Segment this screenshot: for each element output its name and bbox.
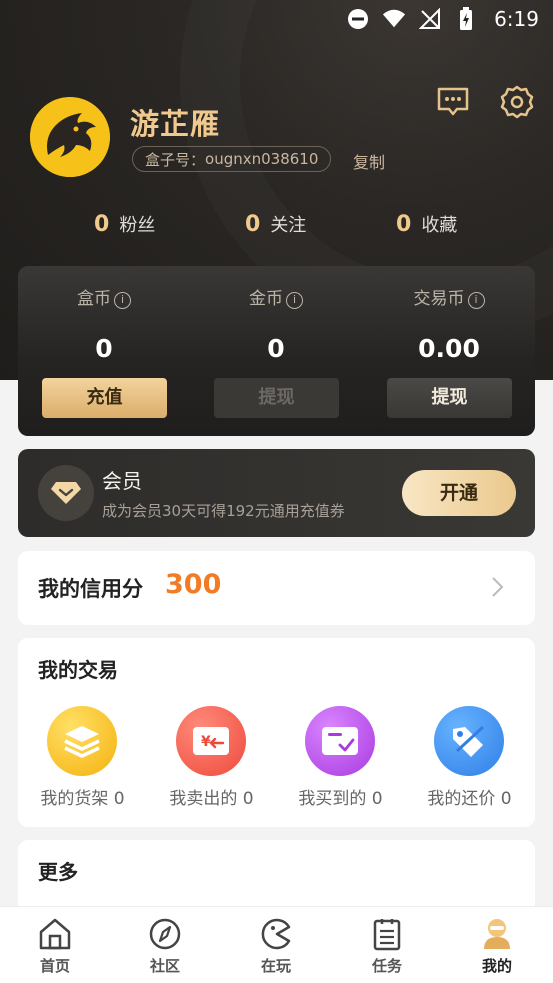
nav-playing[interactable]: 在玩	[221, 907, 331, 983]
wallet-value: 0	[95, 334, 113, 363]
trade-label: 我卖出的 0	[169, 789, 254, 809]
nav-profile[interactable]: 我的	[442, 907, 552, 983]
stat-fans[interactable]: 0 粉丝	[94, 211, 155, 237]
nav-label: 在玩	[260, 957, 291, 975]
trade-label: 我的还价 0	[427, 789, 512, 809]
battery-charging-icon	[454, 7, 478, 31]
nav-home[interactable]: 首页	[0, 907, 110, 983]
chevron-right-icon	[485, 575, 509, 599]
no-signal-icon	[418, 7, 442, 31]
stat-number: 0	[94, 212, 110, 237]
profile-stats: 0 粉丝 0 关注 0 收藏	[0, 211, 553, 243]
withdraw-gold-button[interactable]: 提现	[214, 378, 339, 418]
wallet-title: 盒币 i	[18, 284, 190, 309]
box-id-badge: 盒子号： ougnxn038610	[132, 146, 332, 172]
stat-label: 粉丝	[119, 215, 156, 236]
trade-shelf[interactable]: 我的货架 0	[18, 706, 147, 816]
svg-text:¥: ¥	[201, 734, 211, 750]
credit-value: 300	[165, 569, 222, 600]
box-id-value: ougnxn038610	[205, 150, 319, 168]
dragon-icon	[30, 97, 110, 177]
dnd-icon	[346, 7, 370, 31]
status-bar: 6:19	[0, 0, 553, 38]
stat-following[interactable]: 0 关注	[245, 211, 306, 237]
copy-button[interactable]: 复制	[353, 149, 385, 173]
bought-icon	[305, 706, 375, 776]
credit-score-row[interactable]: 我的信用分 300	[18, 551, 535, 625]
status-time: 6:19	[494, 7, 539, 31]
play-icon	[259, 917, 293, 951]
box-id-label: 盒子号：	[145, 150, 206, 169]
nav-tasks[interactable]: 任务	[332, 907, 442, 983]
wallet-box-coin: 盒币 i 0 充值	[18, 266, 190, 436]
wallet-value: 0	[267, 334, 285, 363]
bargain-icon	[434, 706, 504, 776]
trade-bought[interactable]: 我买到的 0	[276, 706, 405, 816]
wifi-icon	[382, 7, 406, 31]
sold-icon: ¥	[176, 706, 246, 776]
withdraw-trade-button[interactable]: 提现	[387, 378, 512, 418]
member-subtitle: 成为会员30天可得192元通用充值券	[102, 502, 345, 520]
compass-icon	[148, 917, 182, 951]
nav-label: 首页	[39, 957, 70, 975]
member-card[interactable]: 会员 成为会员30天可得192元通用充值券 开通	[18, 449, 535, 537]
trade-label: 我的货架 0	[40, 789, 125, 809]
stat-number: 0	[245, 212, 261, 237]
stat-label: 关注	[270, 215, 307, 236]
member-title: 会员	[102, 469, 142, 493]
info-icon[interactable]: i	[286, 292, 303, 309]
info-icon[interactable]: i	[467, 292, 485, 309]
nav-community[interactable]: 社区	[110, 907, 220, 983]
diamond-icon	[38, 465, 94, 521]
trade-sold[interactable]: ¥ 我卖出的 0	[147, 706, 276, 816]
wallet-card: 盒币 i 0 充值 金币 i 0 提现 交易币 i 0.00 提现	[18, 266, 535, 436]
task-icon	[370, 917, 404, 951]
wallet-title: 交易币 i	[363, 284, 535, 309]
nav-label: 社区	[149, 957, 180, 975]
wallet-trade-coin: 交易币 i 0.00 提现	[363, 266, 535, 436]
trade-title: 我的交易	[38, 658, 118, 682]
stat-number: 0	[396, 212, 412, 237]
stat-label: 收藏	[421, 215, 458, 236]
profile-icon	[480, 917, 514, 951]
wallet-value: 0.00	[418, 334, 480, 363]
message-icon[interactable]	[435, 84, 471, 120]
wallet-gold-coin: 金币 i 0 提现	[190, 266, 362, 436]
more-title: 更多	[38, 860, 78, 884]
home-icon	[38, 917, 72, 951]
nav-label: 任务	[371, 957, 402, 975]
bottom-nav: 首页 社区 在玩 任务 我的	[0, 906, 553, 983]
wallet-title: 金币 i	[190, 284, 362, 309]
credit-label: 我的信用分	[38, 577, 143, 601]
trade-label: 我买到的 0	[298, 789, 383, 809]
stat-favorites[interactable]: 0 收藏	[396, 211, 457, 237]
open-membership-button[interactable]: 开通	[402, 470, 516, 516]
avatar[interactable]	[30, 97, 110, 177]
username: 游芷雁	[130, 107, 221, 141]
settings-icon[interactable]	[499, 84, 535, 120]
my-trade-card: 我的交易 我的货架 0 ¥ 我卖出的 0 我买到的 0 我的还价 0	[18, 638, 535, 827]
shelf-icon	[47, 706, 117, 776]
nav-label: 我的	[481, 957, 512, 975]
recharge-button[interactable]: 充值	[42, 378, 167, 418]
trade-bargain[interactable]: 我的还价 0	[405, 706, 534, 816]
info-icon[interactable]: i	[114, 292, 131, 309]
